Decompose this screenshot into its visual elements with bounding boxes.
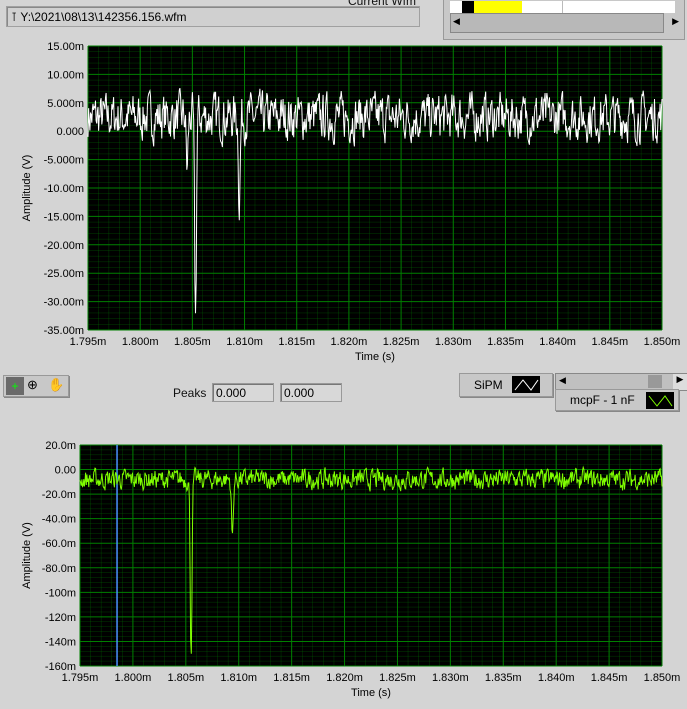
file-path-field[interactable]: ⊺ Y:\2021\08\13\142356.156.wfm xyxy=(6,6,420,27)
y-axis-label: Amplitude (V) xyxy=(21,155,33,222)
x-tick-label: 1.840m xyxy=(538,672,575,684)
x-axis-label: Time (s) xyxy=(355,351,395,363)
x-tick-label: 1.820m xyxy=(331,336,368,348)
peak-value-1[interactable]: 0.000 xyxy=(212,383,274,402)
y-tick-label: -25.00m xyxy=(44,268,84,280)
y-tick-label: -60.0m xyxy=(42,538,76,550)
x-tick-label: 1.795m xyxy=(70,336,107,348)
y-tick-label: -20.00m xyxy=(44,240,84,252)
y-tick-label: 10.00m xyxy=(47,69,84,81)
peak-value-2[interactable]: 0.000 xyxy=(280,383,342,402)
x-tick-label: 1.845m xyxy=(591,672,628,684)
y-tick-label: -30.00m xyxy=(44,297,84,309)
y-tick-label: 5.000m xyxy=(47,98,84,110)
x-tick-label: 1.850m xyxy=(644,336,681,348)
y-tick-label: -10.00m xyxy=(44,183,84,195)
sipm-waveform-graph[interactable]: 1.795m 1.800m 1.805m 1.810m 1.815m 1.820m 1.82… xyxy=(0,38,687,368)
x-tick-label: 1.810m xyxy=(220,672,257,684)
x-tick-label: 1.830m xyxy=(435,336,472,348)
mcpf-line-icon xyxy=(646,392,674,409)
cursor-tool-icon[interactable]: + xyxy=(6,377,24,395)
x-axis-label: Time (s) xyxy=(351,687,391,699)
y-tick-label: 15.00m xyxy=(47,41,84,53)
x-tick-label: 1.795m xyxy=(62,672,99,684)
x-tick-label: 1.800m xyxy=(115,672,152,684)
x-tick-label: 1.825m xyxy=(383,336,420,348)
x-tick-label: 1.800m xyxy=(122,336,159,348)
current-wfm-table[interactable]: ◀ ▶ xyxy=(443,0,685,40)
x-tick-label: 1.840m xyxy=(539,336,576,348)
x-tick-label: 1.835m xyxy=(487,336,524,348)
y-tick-label: -140m xyxy=(45,636,76,648)
x-tick-label: 1.830m xyxy=(432,672,469,684)
x-tick-label: 1.825m xyxy=(379,672,416,684)
x-tick-label: 1.850m xyxy=(644,672,681,684)
peaks-label: Peaks xyxy=(173,386,207,400)
file-path-text: Y:\2021\08\13\142356.156.wfm xyxy=(20,10,187,24)
legend-mcpf-label: mcpF - 1 nF xyxy=(570,393,635,407)
y-tick-label: 0.000 xyxy=(56,126,84,138)
y-tick-label: 20.0m xyxy=(45,440,76,452)
y-tick-label: -15.00m xyxy=(44,211,84,223)
table-scrollbar[interactable]: ◀ ▶ xyxy=(450,13,679,33)
legend-sipm-label: SiPM xyxy=(474,378,503,392)
x-tick-label: 1.815m xyxy=(278,336,315,348)
zoom-tool-icon[interactable]: ⊕ xyxy=(27,377,38,393)
x-tick-label: 1.845m xyxy=(591,336,628,348)
y-tick-label: -5.000m xyxy=(44,155,84,167)
graph-palette: + ⊕ ✋ xyxy=(3,375,69,397)
mcpf-waveform-graph[interactable]: 1.795m 1.800m 1.805m 1.810m 1.815m 1.820m 1.82… xyxy=(0,408,687,709)
x-tick-label: 1.820m xyxy=(326,672,363,684)
x-tick-label: 1.835m xyxy=(485,672,522,684)
y-axis-label: Amplitude (V) xyxy=(21,522,33,589)
x-tick-label: 1.805m xyxy=(167,672,204,684)
y-tick-label: -80.0m xyxy=(42,563,76,575)
x-tick-label: 1.810m xyxy=(226,336,263,348)
pan-hand-icon[interactable]: ✋ xyxy=(48,377,64,393)
legend-sipm[interactable]: SiPM xyxy=(459,373,553,397)
sipm-line-icon xyxy=(512,376,540,393)
x-tick-label: 1.805m xyxy=(174,336,211,348)
y-tick-label: 0.00 xyxy=(55,465,76,477)
y-tick-label: -20.0m xyxy=(42,489,76,501)
y-tick-label: -35.00m xyxy=(44,325,84,337)
y-tick-label: -120m xyxy=(45,612,76,624)
y-tick-label: -100m xyxy=(45,587,76,599)
x-tick-label: 1.815m xyxy=(273,672,310,684)
y-tick-label: -40.0m xyxy=(42,514,76,526)
y-tick-label: -160m xyxy=(45,661,76,673)
